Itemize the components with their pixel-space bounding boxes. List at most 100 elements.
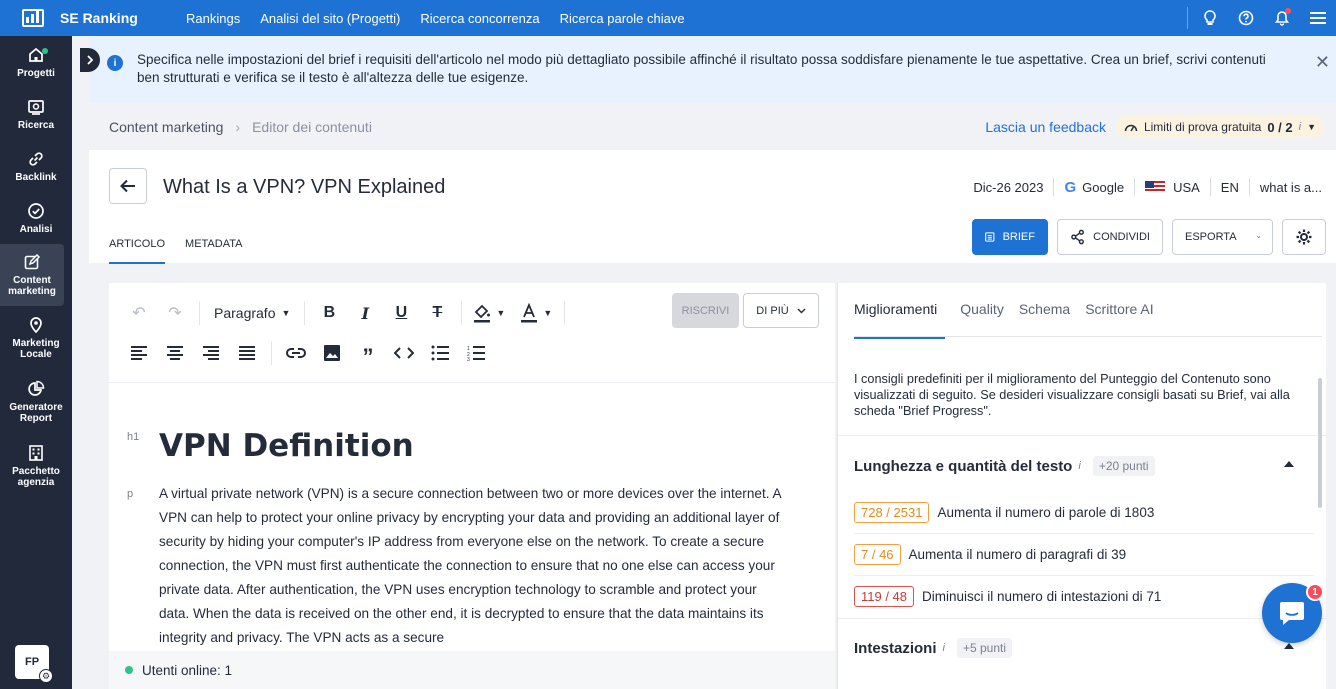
caret-down-icon[interactable]: ▼ bbox=[496, 308, 505, 318]
article-paragraph[interactable]: A virtual private network (VPN) is a sec… bbox=[159, 482, 789, 650]
online-users-text: Utenti online: 1 bbox=[142, 662, 233, 678]
scrollbar[interactable] bbox=[1318, 378, 1322, 508]
brief-button[interactable]: BRIEF bbox=[972, 219, 1048, 255]
rewrite-button[interactable]: RISCRIVI bbox=[672, 293, 739, 328]
tab-metadata[interactable]: METADATA bbox=[185, 238, 242, 264]
sidebar-item-local-marketing[interactable]: Marketing Locale bbox=[0, 306, 72, 370]
back-button[interactable] bbox=[109, 168, 147, 204]
top-nav: Rankings Analisi del sito (Progetti) Ric… bbox=[174, 11, 705, 26]
document-meta: Dic-26 2023 G Google USA EN what is a... bbox=[973, 178, 1322, 196]
divider bbox=[1187, 7, 1188, 29]
nav-rankings[interactable]: Rankings bbox=[186, 11, 240, 26]
numbered-list-icon[interactable]: 123 bbox=[458, 338, 494, 368]
nav-competitor-research[interactable]: Ricerca concorrenza bbox=[420, 11, 539, 26]
language: EN bbox=[1220, 179, 1239, 195]
editor-toolbar-row-1: ↶ ↷ Paragrafo ▼ B I U T ▼ ▼ bbox=[121, 295, 571, 331]
caret-down-icon[interactable]: ▼ bbox=[543, 308, 552, 318]
logo-icon bbox=[22, 9, 44, 27]
section-title-text: Lunghezza e quantità del testo bbox=[854, 457, 1073, 475]
trial-limits-dropdown[interactable]: Limiti di prova gratuita 0 / 2 i ▼ bbox=[1115, 116, 1324, 138]
chevron-up-icon[interactable] bbox=[1284, 643, 1294, 649]
bullet-list-icon[interactable] bbox=[422, 338, 458, 368]
divider bbox=[564, 301, 566, 325]
help-icon[interactable] bbox=[1228, 0, 1264, 36]
avatar[interactable]: FP ⚙ bbox=[15, 645, 53, 683]
more-button[interactable]: DI PIÙ bbox=[743, 293, 819, 328]
divider bbox=[304, 301, 306, 325]
tab-quality[interactable]: Quality bbox=[960, 301, 1004, 339]
bold-icon[interactable]: B bbox=[311, 298, 347, 328]
sidebar-item-research[interactable]: Ricerca bbox=[0, 88, 72, 140]
menu-icon[interactable] bbox=[1300, 0, 1336, 36]
divider bbox=[1248, 178, 1250, 196]
online-users-bar: Utenti online: 1 bbox=[109, 651, 835, 689]
sidebar-item-label: Progetti bbox=[17, 67, 55, 79]
edit-icon bbox=[24, 253, 41, 270]
align-right-icon[interactable] bbox=[193, 338, 229, 368]
share-button[interactable]: CONDIVIDI bbox=[1057, 219, 1163, 255]
strikethrough-icon[interactable]: T bbox=[419, 298, 455, 328]
tab-schema[interactable]: Schema bbox=[1019, 301, 1070, 339]
breadcrumb: Content marketing › Editor dei contenuti… bbox=[89, 103, 1336, 150]
sidebar-item-analysis[interactable]: Analisi bbox=[0, 192, 72, 244]
divider bbox=[199, 301, 200, 325]
align-center-icon[interactable] bbox=[157, 338, 193, 368]
link-icon[interactable] bbox=[278, 338, 314, 368]
underline-icon[interactable]: U bbox=[383, 298, 419, 328]
italic-icon[interactable]: I bbox=[347, 298, 383, 328]
search-engine: Google bbox=[1082, 179, 1125, 195]
trial-limits-value: 0 / 2 bbox=[1267, 119, 1293, 135]
breadcrumb-current: Editor dei contenuti bbox=[252, 118, 372, 135]
section-text-length-title[interactable]: Lunghezza e quantità del testo i +20 pun… bbox=[854, 456, 1155, 476]
divider bbox=[461, 301, 463, 325]
nav-keyword-research[interactable]: Ricerca parole chiave bbox=[560, 11, 685, 26]
gear-icon bbox=[1296, 229, 1312, 245]
sidebar-item-projects[interactable]: Progetti bbox=[0, 36, 72, 88]
chevron-right-icon: › bbox=[235, 118, 241, 135]
chat-button[interactable]: 1 bbox=[1262, 583, 1324, 643]
logo[interactable]: SE Ranking bbox=[0, 9, 174, 27]
top-bar: SE Ranking Rankings Analisi del sito (Pr… bbox=[0, 0, 1336, 36]
text-color-icon[interactable] bbox=[515, 298, 543, 328]
export-button[interactable]: ESPORTA bbox=[1172, 219, 1273, 255]
notification-dot bbox=[1285, 8, 1291, 14]
gear-icon[interactable]: ⚙ bbox=[39, 669, 53, 683]
sidebar-item-report-generator[interactable]: Generatore Report bbox=[0, 370, 72, 434]
article-heading[interactable]: VPN Definition bbox=[159, 428, 414, 464]
code-icon[interactable] bbox=[386, 338, 422, 368]
tab-article[interactable]: ARTICOLO bbox=[109, 238, 166, 264]
close-icon[interactable]: ✕ bbox=[1315, 52, 1330, 73]
more-button-label: DI PIÙ bbox=[756, 304, 789, 317]
chevron-down-icon: ▼ bbox=[1307, 122, 1316, 132]
sidebar-item-backlink[interactable]: Backlink bbox=[0, 140, 72, 192]
sidebar-item-label: Generatore Report bbox=[9, 402, 63, 424]
tab-improvements[interactable]: Miglioramenti bbox=[854, 301, 946, 339]
align-left-icon[interactable] bbox=[121, 338, 157, 368]
undo-icon[interactable]: ↶ bbox=[121, 298, 157, 328]
align-justify-icon[interactable] bbox=[229, 338, 265, 368]
document-title[interactable]: What Is a VPN? VPN Explained bbox=[163, 176, 445, 199]
settings-button[interactable] bbox=[1282, 219, 1326, 255]
document-actions: BRIEF CONDIVIDI ESPORTA bbox=[972, 219, 1326, 255]
sidebar-item-content-marketing[interactable]: Content marketing bbox=[0, 244, 64, 306]
sidebar-item-agency-pack[interactable]: Pacchetto agenzia bbox=[0, 434, 72, 498]
chevron-up-icon[interactable] bbox=[1284, 461, 1294, 467]
app-name: SE Ranking bbox=[60, 10, 138, 26]
redo-icon[interactable]: ↷ bbox=[157, 298, 193, 328]
score-badge: 7 / 46 bbox=[854, 544, 901, 565]
sidebar-item-label: Pacchetto agenzia bbox=[12, 466, 60, 488]
fill-color-icon[interactable] bbox=[468, 298, 496, 328]
feedback-link[interactable]: Lascia un feedback bbox=[985, 119, 1106, 135]
tab-ai-writer[interactable]: Scrittore AI bbox=[1085, 301, 1153, 339]
breadcrumb-parent[interactable]: Content marketing bbox=[109, 119, 223, 135]
image-icon[interactable] bbox=[314, 338, 350, 368]
paragraph-select[interactable]: Paragrafo ▼ bbox=[206, 305, 298, 321]
quote-icon[interactable]: ” bbox=[350, 338, 386, 369]
lightbulb-icon[interactable] bbox=[1192, 0, 1228, 36]
share-button-label: CONDIVIDI bbox=[1093, 231, 1150, 243]
nav-site-audit[interactable]: Analisi del sito (Progetti) bbox=[260, 11, 400, 26]
sidebar-item-label: Analisi bbox=[19, 223, 53, 235]
bell-icon[interactable] bbox=[1264, 0, 1300, 36]
section-headings-title[interactable]: Intestazioni i +5 punti bbox=[854, 638, 1013, 658]
document-header: What Is a VPN? VPN Explained Dic-26 2023… bbox=[89, 150, 1336, 264]
